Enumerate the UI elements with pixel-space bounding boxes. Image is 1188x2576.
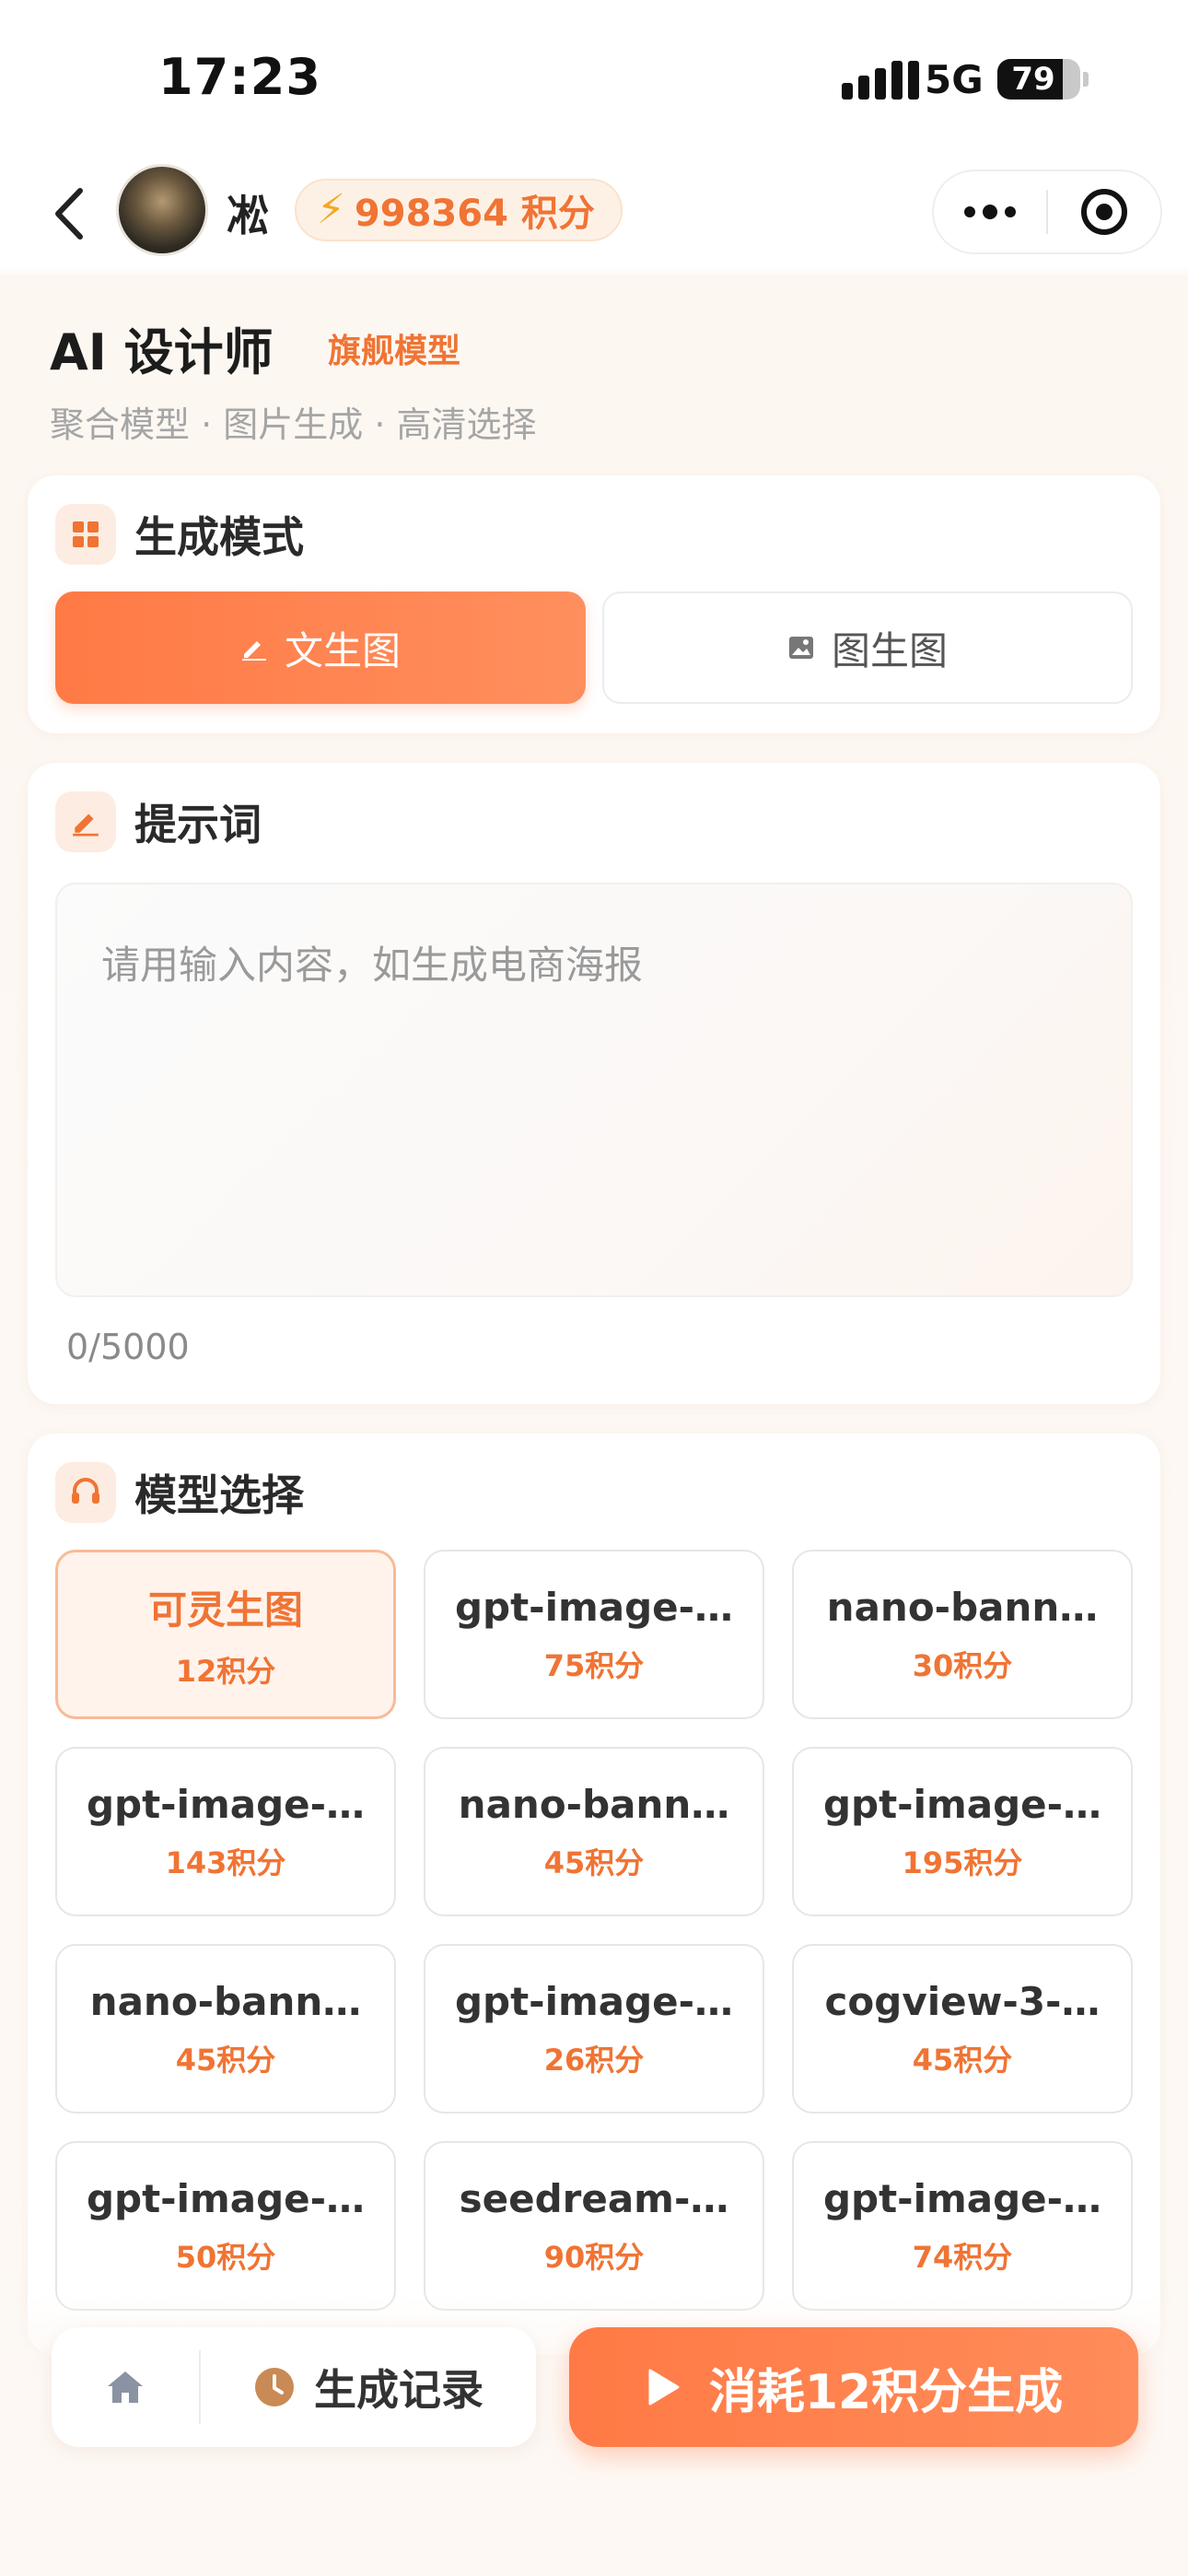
battery-percent: 79 (1011, 61, 1055, 98)
battery-cap (1083, 72, 1089, 87)
model-card-title: 模型选择 (134, 1470, 304, 1520)
back-button[interactable] (37, 177, 101, 251)
model-option[interactable]: gpt-image-… 26积分 (424, 1944, 764, 2113)
model-cost: 26积分 (543, 2042, 645, 2078)
generate-label: 消耗12积分生成 (708, 2364, 1064, 2420)
mode-card: 生成模式 文生图 图生图 (28, 475, 1160, 733)
model-option[interactable]: 可灵生图 12积分 (55, 1550, 396, 1719)
model-name: nano-bann… (89, 1978, 362, 2024)
more-button[interactable] (934, 170, 1046, 254)
status-bar: 17:23 5G 79 (0, 0, 1188, 157)
history-label: 生成记录 (314, 2365, 483, 2415)
prompt-card: 提示词 0/5000 (28, 763, 1160, 1404)
model-option[interactable]: nano-bann… 45积分 (55, 1944, 396, 2113)
model-option[interactable]: gpt-image-… 195积分 (792, 1747, 1133, 1916)
model-cost: 45积分 (175, 2042, 276, 2078)
model-name: seedream-… (459, 2175, 729, 2221)
model-cost: 143积分 (165, 1844, 286, 1880)
headset-icon (55, 1462, 116, 1523)
model-name: gpt-image-… (86, 2175, 366, 2221)
model-name: gpt-image-… (822, 2175, 1102, 2221)
char-count: 0/5000 (66, 1327, 190, 1367)
prompt-box (55, 883, 1133, 1297)
prompt-input[interactable] (101, 934, 1087, 1266)
model-name: gpt-image-… (454, 1978, 734, 2024)
username: 凇 (227, 191, 269, 240)
close-button[interactable] (1048, 170, 1160, 254)
battery-icon: 79 (997, 59, 1080, 100)
model-grid: 可灵生图 12积分 gpt-image-… 75积分 nano-bann… 30积分 gpt… (55, 1550, 1133, 2311)
page-subtitle: 聚合模型 · 图片生成 · 高清选择 (50, 404, 537, 445)
home-icon (108, 2371, 143, 2403)
points-badge[interactable]: ⚡ 998364 积分 (295, 179, 623, 241)
signal-icon (842, 61, 919, 100)
model-option[interactable]: gpt-image-… 75积分 (424, 1550, 764, 1719)
model-cost: 75积分 (543, 1647, 645, 1683)
model-name: gpt-image-… (86, 1781, 366, 1827)
mode-card-title: 生成模式 (134, 512, 304, 562)
chevron-left-icon (55, 188, 83, 240)
mini-program-capsule (932, 170, 1162, 254)
pencil-icon (55, 791, 116, 852)
page-title: AI 设计师 (50, 323, 274, 381)
header: 凇 ⚡ 998364 积分 (0, 157, 1188, 276)
lightning-icon: ⚡ (317, 186, 345, 233)
model-option[interactable]: gpt-image-… 50积分 (55, 2141, 396, 2311)
play-icon (648, 2369, 680, 2406)
prompt-card-title: 提示词 (134, 800, 262, 849)
more-dots-icon (964, 206, 975, 217)
network-type: 5G (925, 57, 984, 102)
model-card: 模型选择 可灵生图 12积分 gpt-image-… 75积分 nano-bann… 30… (28, 1434, 1160, 2355)
model-option[interactable]: cogview-3-… 45积分 (792, 1944, 1133, 2113)
model-option[interactable]: nano-bann… 45积分 (424, 1747, 764, 1916)
target-circle-icon (1080, 189, 1127, 235)
model-option[interactable]: gpt-image-… 74积分 (792, 2141, 1133, 2311)
image-to-image-label: 图生图 (831, 627, 948, 673)
clock-icon (255, 2368, 294, 2406)
model-cost: 50积分 (175, 2239, 276, 2275)
model-cost: 12积分 (175, 1653, 276, 1689)
status-time: 17:23 (158, 48, 321, 106)
model-cost: 30积分 (912, 1647, 1013, 1683)
model-name: cogview-3-… (824, 1978, 1101, 2024)
model-cost: 45积分 (543, 1844, 645, 1880)
model-cost: 45积分 (912, 2042, 1013, 2078)
avatar[interactable] (116, 164, 208, 256)
bottom-nav: 生成记录 (52, 2327, 536, 2447)
home-button[interactable] (52, 2327, 199, 2447)
text-to-image-label: 文生图 (284, 627, 401, 673)
points-text: 998364 积分 (354, 193, 595, 235)
model-name: gpt-image-… (822, 1781, 1102, 1827)
model-name: gpt-image-… (454, 1584, 734, 1630)
title-badge: 旗舰模型 (328, 333, 461, 370)
model-cost: 195积分 (902, 1844, 1023, 1880)
app-screen: 17:23 5G 79 凇 ⚡ 998364 积分 AI 设计师 旗舰模型 聚合… (0, 0, 1188, 2576)
grid-icon (55, 504, 116, 565)
generate-button[interactable]: 消耗12积分生成 (569, 2327, 1138, 2447)
model-option[interactable]: nano-bann… 30积分 (792, 1550, 1133, 1719)
history-button[interactable]: 生成记录 (201, 2327, 536, 2447)
prompt-card-header: 提示词 (55, 790, 262, 853)
model-option[interactable]: seedream-… 90积分 (424, 2141, 764, 2311)
model-cost: 90积分 (543, 2239, 645, 2275)
model-cost: 74积分 (912, 2239, 1013, 2275)
image-to-image-tab[interactable]: 图生图 (602, 591, 1133, 704)
text-to-image-tab[interactable]: 文生图 (55, 591, 586, 704)
model-option[interactable]: gpt-image-… 143积分 (55, 1747, 396, 1916)
image-icon (788, 637, 813, 659)
model-name: nano-bann… (826, 1584, 1099, 1630)
model-name: 可灵生图 (147, 1587, 303, 1633)
model-name: nano-bann… (458, 1781, 730, 1827)
pencil-icon (241, 641, 266, 661)
mode-card-header: 生成模式 (55, 503, 304, 566)
model-card-header: 模型选择 (55, 1461, 304, 1524)
